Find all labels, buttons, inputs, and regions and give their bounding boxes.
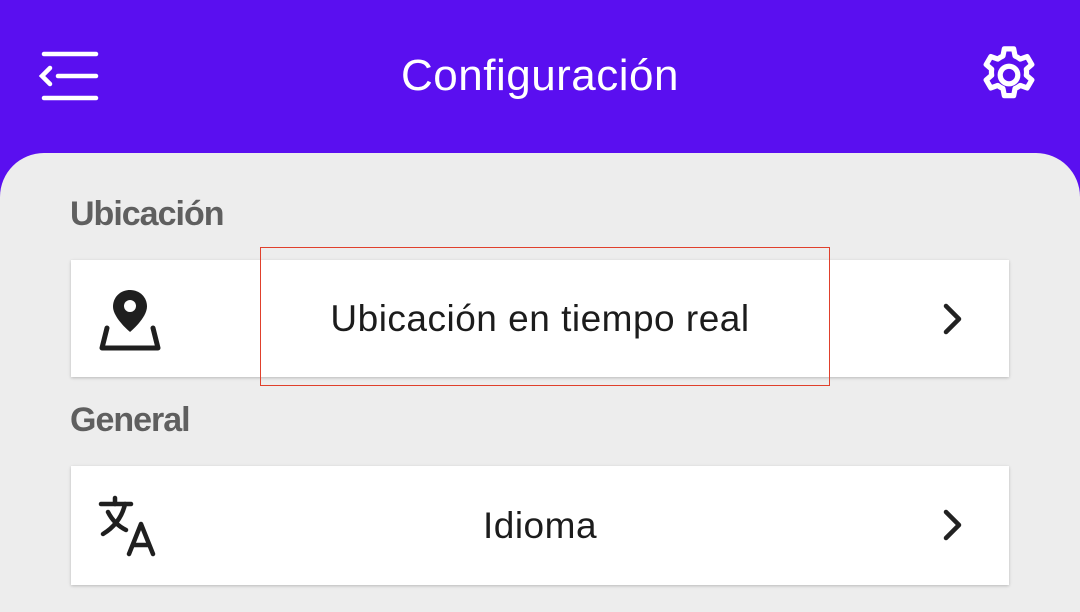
settings-content: Ubicación Ubicación en tiempo real Gener… (0, 153, 1080, 612)
gear-icon[interactable] (976, 42, 1042, 108)
settings-item-language[interactable]: Idioma (71, 466, 1009, 585)
settings-item-label: Ubicación en tiempo real (330, 297, 750, 339)
chevron-right-icon (935, 300, 969, 338)
settings-item-realtime-location[interactable]: Ubicación en tiempo real (71, 260, 1009, 377)
section-heading-general: General (70, 401, 191, 439)
chevron-right-icon (935, 506, 969, 544)
page-title: Configuración (401, 51, 679, 100)
settings-item-label: Idioma (482, 504, 598, 546)
section-heading-ubicacion: Ubicación (70, 195, 224, 233)
app-bar: Configuración (0, 0, 1080, 153)
